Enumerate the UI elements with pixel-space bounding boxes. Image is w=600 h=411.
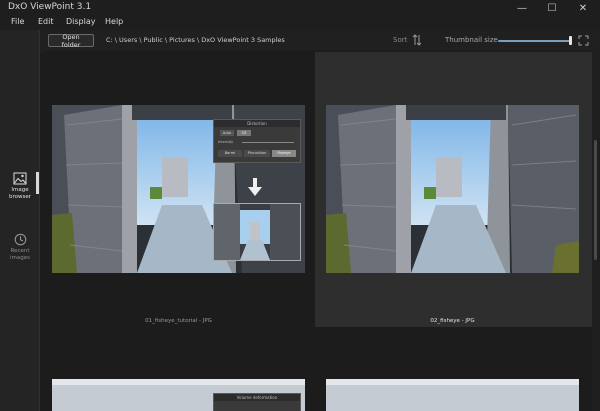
fisheye-photo [326,105,579,273]
mode-lens-button[interactable]: CS [237,130,251,136]
clock-icon [14,233,26,246]
sidebar-item-image-browser[interactable]: Image browser [0,172,40,201]
image-icon [13,172,27,185]
image-thumbnail-2[interactable] [326,105,579,273]
volume-deformation-panel: Volume deformation [213,393,301,411]
thumbnail-size-slider[interactable] [498,40,572,42]
corrected-preview [213,203,301,261]
close-button[interactable]: ✕ [568,0,598,17]
menu-help[interactable]: Help [105,17,123,26]
minimize-icon: — [517,3,527,14]
close-icon: ✕ [578,3,588,14]
sidebar [0,30,40,411]
arrow-down-icon [248,178,262,196]
open-folder-button[interactable]: Open folder [48,33,94,49]
distortion-panel: Distortion Auto CS Intensity Barrel Pinc… [213,119,301,163]
breadcrumb: C: \ Users \ Public \ Pictures \ DxO Vie… [106,36,285,44]
sidebar-item-label: Recent images [10,248,30,261]
menu-display[interactable]: Display [66,17,96,26]
thumbnail-size-label: Thumbnail size [445,36,498,44]
image-grid: Distortion Auto CS Intensity Barrel Pinc… [41,51,592,411]
slider-handle[interactable] [569,36,572,45]
sidebar-item-label: Image browser [8,187,31,200]
corrected-photo [214,204,300,260]
maximize-icon: ☐ [547,3,557,14]
mode-auto-button[interactable]: Auto [220,130,234,136]
barrel-button[interactable]: Barrel [218,150,242,157]
image-thumbnail-4[interactable] [326,379,579,411]
window-title: DxO ViewPoint 3.1 [8,2,92,12]
image-caption-1: 01_fisheye_tutorial - JPG [145,318,212,324]
image-caption-2: 02_fisheye - JPG [430,318,475,324]
sort-arrows-icon[interactable] [412,34,422,46]
intensity-slider[interactable] [242,142,294,143]
photo-partial [326,379,579,411]
image-thumbnail-1[interactable]: Distortion Auto CS Intensity Barrel Pinc… [52,105,305,273]
pincushion-button[interactable]: Pincushion [244,150,270,157]
toolbar: Open folder C: \ Users \ Public \ Pictur… [40,30,600,52]
fisheye-button[interactable]: Fisheye [272,150,296,157]
sidebar-item-recent-images[interactable]: Recent images [0,233,40,262]
sort-label[interactable]: Sort [393,36,407,44]
scrollbar-thumb[interactable] [594,140,597,260]
volume-deformation-title: Volume deformation [214,394,300,401]
distortion-panel-title: Distortion [214,120,300,127]
image-thumbnail-3[interactable]: Volume deformation [52,379,305,411]
minimize-button[interactable]: — [507,0,537,17]
menu-bar: File Edit Display Help [0,17,600,30]
menu-edit[interactable]: Edit [38,17,54,26]
title-bar: DxO ViewPoint 3.1 — ☐ ✕ [0,0,600,17]
menu-file[interactable]: File [11,17,24,26]
maximize-button[interactable]: ☐ [537,0,567,17]
active-indicator [36,172,39,194]
fullscreen-icon[interactable] [578,35,589,46]
intensity-label: Intensity [218,140,234,144]
